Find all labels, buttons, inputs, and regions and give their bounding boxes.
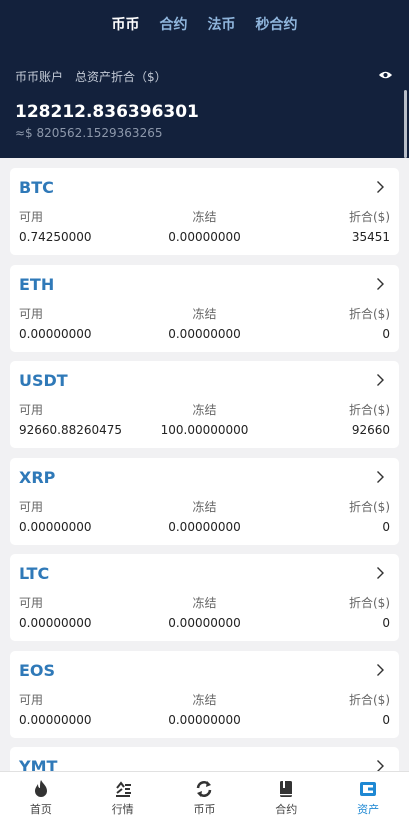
asset-card-ltc[interactable]: LTC 可用 冻结 折合($) 0.00000000 0.00000000 0: [10, 554, 399, 641]
asset-list: BTC 可用 冻结 折合($) 0.74250000 0.00000000 35…: [10, 168, 399, 771]
asset-card-eos[interactable]: EOS 可用 冻结 折合($) 0.00000000 0.00000000 0: [10, 650, 399, 738]
frozen-label: 冻结: [192, 306, 217, 321]
frozen-label: 冻结: [192, 499, 217, 514]
chart-icon: [115, 781, 131, 797]
top-tabs: 币币 合约 法币 秒合约: [0, 14, 409, 34]
chevron-right-icon: [377, 470, 384, 483]
asset-card-btc[interactable]: BTC 可用 冻结 折合($) 0.74250000 0.00000000 35…: [10, 168, 399, 255]
converted-label: 折合($): [349, 692, 390, 707]
total-balance: 128212.836396301: [15, 102, 199, 122]
nav-home[interactable]: 首页: [0, 772, 82, 821]
frozen-value: 0.00000000: [168, 712, 241, 727]
asset-card-usdt[interactable]: USDT 可用 冻结 折合($) 92660.88260475 100.0000…: [10, 361, 399, 448]
frozen-label: 冻结: [192, 692, 217, 707]
nav-label: 首页: [29, 803, 52, 816]
account-title: 币币账户: [15, 70, 64, 84]
frozen-value: 100.00000000: [160, 423, 249, 437]
chevron-right-icon: [377, 374, 384, 386]
nav-label: 币币: [193, 803, 216, 816]
coin-name: LTC: [19, 564, 50, 583]
frozen-label: 冻结: [192, 210, 217, 224]
total-assets-label: 总资产折合（$）: [75, 70, 167, 84]
account-header: 币币 合约 法币 秒合约 币币账户 总资产折合（$） 128212.836396…: [0, 0, 409, 158]
frozen-value: 0.00000000: [168, 519, 241, 534]
nav-label: 资产: [357, 803, 380, 816]
coin-name: XRP: [19, 467, 56, 487]
coin-name: ETH: [19, 274, 55, 294]
converted-value: 0: [382, 616, 390, 630]
asset-card-eth[interactable]: ETH 可用 冻结 折合($) 0.00000000 0.00000000 0: [10, 264, 399, 352]
approx-usd: ≈$ 820562.1529363265: [15, 126, 163, 140]
bottom-nav: 首页 行情 币币 合约 资产: [0, 771, 409, 821]
chevron-right-icon: [377, 277, 384, 290]
nav-label: 行情: [111, 803, 134, 816]
chevron-right-icon: [377, 760, 384, 771]
asset-card-ymt[interactable]: YMT: [10, 747, 399, 771]
nav-label: 合约: [275, 803, 298, 816]
converted-value: 0: [382, 519, 390, 534]
converted-label: 折合($): [349, 306, 390, 321]
book-icon: [280, 781, 293, 797]
wallet-icon: [360, 782, 377, 796]
fire-icon: [34, 780, 47, 797]
asset-card-xrp[interactable]: XRP 可用 冻结 折合($) 0.00000000 0.00000000 0: [10, 457, 399, 545]
tab-fiat[interactable]: 法币: [208, 14, 236, 34]
frozen-value: 0.00000000: [168, 616, 241, 630]
frozen-value: 0.00000000: [168, 230, 241, 244]
chevron-right-icon: [377, 567, 384, 579]
converted-value: 92660: [351, 423, 390, 437]
converted-label: 折合($): [349, 403, 390, 417]
frozen-label: 冻结: [192, 403, 217, 417]
exchange-icon: [197, 781, 212, 797]
frozen-value: 0.00000000: [168, 326, 241, 341]
eye-icon[interactable]: [378, 70, 393, 80]
coin-name: EOS: [19, 660, 56, 680]
chevron-right-icon: [377, 663, 384, 676]
coin-name: BTC: [19, 178, 54, 197]
coin-name: USDT: [19, 371, 68, 390]
converted-label: 折合($): [349, 210, 390, 224]
frozen-label: 冻结: [192, 596, 217, 610]
account-title-row: 币币账户 总资产折合（$）: [15, 68, 167, 85]
converted-value: 0: [382, 712, 390, 727]
nav-market[interactable]: 行情: [82, 772, 164, 821]
tab-spot[interactable]: 币币: [112, 14, 140, 34]
converted-label: 折合($): [349, 596, 390, 610]
nav-assets[interactable]: 资产: [327, 772, 409, 821]
converted-value: 0: [382, 326, 390, 341]
scrollbar[interactable]: [404, 90, 407, 158]
coin-name: YMT: [19, 757, 58, 771]
chevron-right-icon: [377, 181, 384, 193]
tab-second-contract[interactable]: 秒合约: [256, 14, 298, 34]
nav-spot[interactable]: 币币: [164, 772, 246, 821]
converted-value: 35451: [351, 230, 390, 244]
nav-contract[interactable]: 合约: [245, 772, 327, 821]
tab-contract[interactable]: 合约: [160, 14, 188, 34]
converted-label: 折合($): [349, 499, 390, 514]
